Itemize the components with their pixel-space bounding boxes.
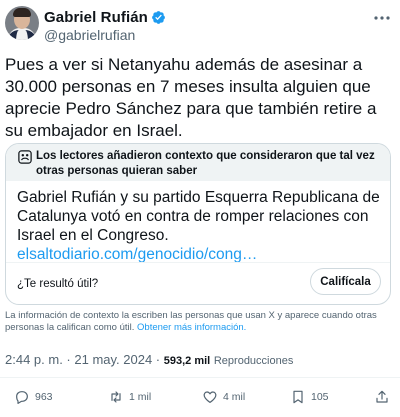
views-label: Reproducciones xyxy=(213,355,294,367)
tweet-text: Pues a ver si Netanyahu además de asesin… xyxy=(5,55,377,140)
view-count: 593,2 mil xyxy=(163,355,211,367)
community-note-icon xyxy=(18,150,32,164)
rate-note-button[interactable]: Califícala xyxy=(310,268,381,295)
note-divider xyxy=(6,262,390,263)
note-source-link[interactable]: elsaltodiario.com/genocidio/cong… xyxy=(17,246,257,263)
note-helpful-question: ¿Te resultó útil? xyxy=(17,278,99,290)
display-name[interactable]: Gabriel Rufián xyxy=(44,9,148,26)
note-title: Los lectores añadieron contexto que cons… xyxy=(36,150,375,177)
meta-separator: · xyxy=(62,352,75,367)
name-row: Gabriel Rufián xyxy=(44,8,166,26)
share-button[interactable] xyxy=(374,387,395,407)
note-header: Los lectores añadieron contexto que cons… xyxy=(6,144,390,181)
share-icon xyxy=(376,390,388,403)
tweet-meta: 2:44 p. m. · 21 may. 2024 · 593,2 mil Re… xyxy=(5,352,293,367)
meta-separator-2: · xyxy=(152,352,164,367)
reply-button[interactable]: 963 xyxy=(14,387,53,407)
handle[interactable]: @gabrielrufian xyxy=(44,27,135,43)
like-icon xyxy=(203,391,217,403)
like-count: 4 mil xyxy=(223,391,246,403)
actions-divider xyxy=(0,377,400,378)
community-note: Los lectores añadieron contexto que cons… xyxy=(5,143,391,305)
tweet-time[interactable]: 2:44 p. m. xyxy=(5,352,63,367)
note-body-text: Gabriel Rufián y su partido Esquerra Rep… xyxy=(17,189,380,244)
note-body: Gabriel Rufián y su partido Esquerra Rep… xyxy=(17,188,385,264)
learn-more-link[interactable]: Obtener más información. xyxy=(137,322,246,333)
more-icon[interactable] xyxy=(372,12,392,24)
action-bar: 963 1 mil 4 mil 105 xyxy=(0,383,400,411)
bookmark-icon xyxy=(293,390,303,404)
retweet-icon xyxy=(111,391,121,403)
like-button[interactable]: 4 mil xyxy=(202,387,245,407)
retweet-count: 1 mil xyxy=(129,391,152,403)
context-info: La información de contexto la escriben l… xyxy=(5,310,385,334)
tweet-header: Gabriel Rufián @gabrielrufian xyxy=(0,0,400,50)
reply-icon xyxy=(16,391,28,404)
retweet-button[interactable]: 1 mil xyxy=(108,387,151,407)
avatar[interactable] xyxy=(5,6,39,40)
tweet-date[interactable]: 21 may. 2024 xyxy=(74,352,152,367)
verified-badge-icon xyxy=(152,10,165,24)
bookmark-button[interactable]: 105 xyxy=(290,387,329,407)
reply-count: 963 xyxy=(35,391,53,403)
bookmark-count: 105 xyxy=(311,391,329,403)
